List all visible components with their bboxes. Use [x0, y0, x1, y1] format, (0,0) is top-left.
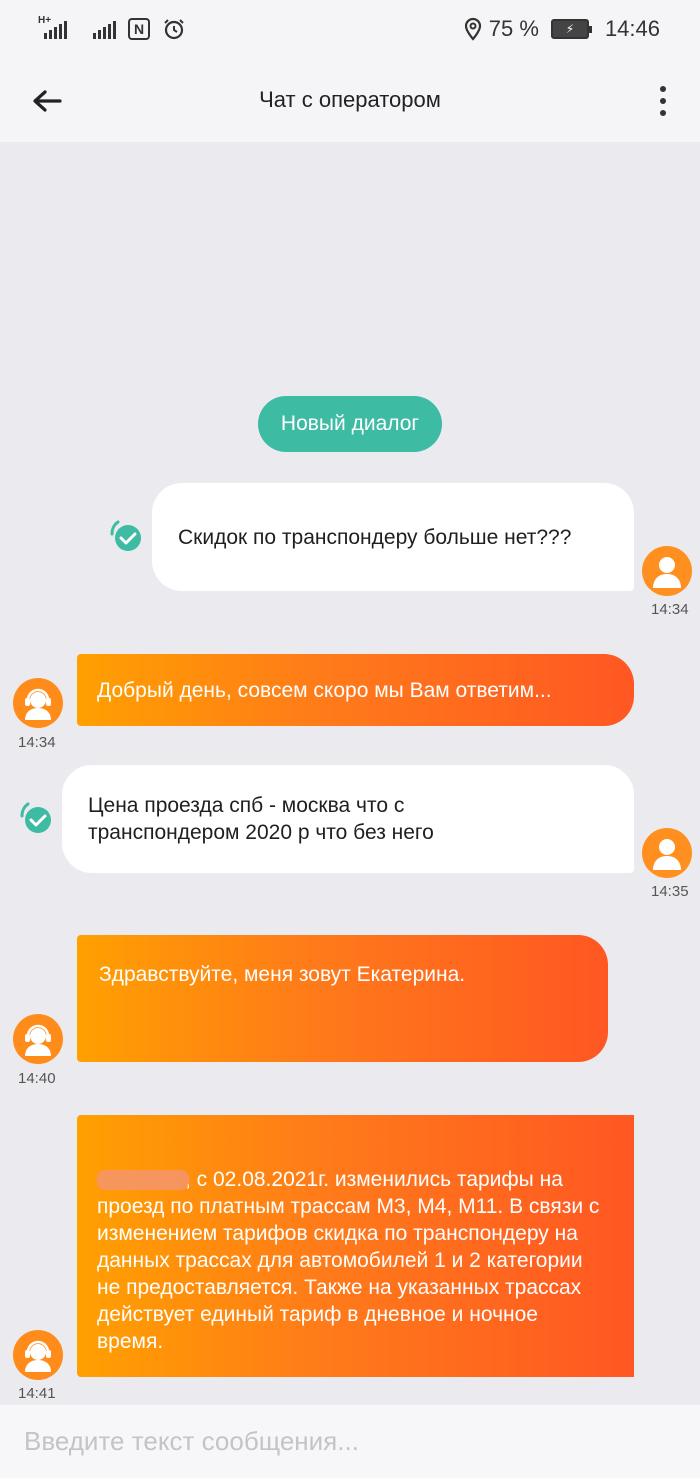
message-text: Добрый день, совсем скоро мы Вам ответим… — [97, 678, 552, 702]
message-time: 14:41 — [18, 1385, 56, 1402]
operator-message-bubble: Здравствуйте, меня зовут Екатерина. — [77, 935, 608, 1062]
status-right: 75 % ⚡ 14:46 — [463, 16, 660, 42]
back-button[interactable] — [30, 84, 64, 118]
message-body: , с 02.08.2021г. изменились тарифы на пр… — [97, 1168, 600, 1353]
message-time: 14:34 — [18, 734, 56, 751]
operator-avatar — [13, 678, 63, 728]
operator-headset-icon — [25, 1024, 51, 1056]
status-left: H+ N — [38, 15, 186, 41]
more-options-button[interactable] — [656, 86, 670, 116]
message-text: Здравствуйте, меня зовут Екатерина. — [99, 963, 466, 986]
battery-icon: ⚡ — [550, 19, 592, 39]
operator-headset-icon — [25, 688, 51, 720]
user-avatar — [642, 546, 692, 596]
status-bar: H+ N 75 % ⚡ 14:46 — [0, 0, 700, 58]
signal-icon — [93, 19, 116, 39]
page-title: Чат с оператором — [259, 87, 441, 112]
signal-icon: H+ — [38, 15, 67, 39]
more-vertical-icon — [660, 86, 666, 92]
user-message-bubble: Цена проезда спб - москва что с транспон… — [62, 765, 634, 873]
user-icon — [653, 839, 681, 870]
user-icon — [653, 557, 681, 588]
new-dialog-button[interactable]: Новый диалог — [258, 396, 442, 452]
location-icon — [463, 17, 483, 41]
operator-message-bubble: , с 02.08.2021г. изменились тарифы на пр… — [77, 1115, 634, 1377]
message-text: Скидок по транспондеру больше нет??? — [178, 525, 572, 549]
delivered-check-icon — [20, 802, 51, 833]
message-time: 14:34 — [651, 601, 689, 618]
battery-percent: 75 % — [488, 16, 539, 41]
message-text: , с 02.08.2021г. изменились тарифы на пр… — [97, 1139, 607, 1355]
message-time: 14:40 — [18, 1070, 56, 1087]
operator-message-bubble: Добрый день, совсем скоро мы Вам ответим… — [77, 654, 634, 726]
user-message-bubble: Скидок по транспондеру больше нет??? — [152, 483, 634, 591]
network-type-label: H+ — [38, 15, 52, 26]
message-input[interactable] — [24, 1426, 664, 1457]
status-time: 14:46 — [604, 16, 660, 41]
user-avatar — [642, 828, 692, 878]
operator-avatar — [13, 1014, 63, 1064]
chat-header: Чат с оператором — [0, 58, 700, 142]
alarm-icon — [162, 17, 186, 41]
operator-headset-icon — [25, 1340, 51, 1372]
operator-avatar — [13, 1330, 63, 1380]
delivered-check-icon — [110, 520, 141, 551]
message-text: Цена проезда спб - москва что с транспон… — [88, 794, 434, 844]
nfc-icon: N — [128, 18, 150, 40]
redacted-name — [97, 1170, 189, 1191]
arrow-left-icon — [33, 90, 62, 112]
message-input-bar — [0, 1405, 700, 1478]
message-time: 14:35 — [651, 883, 689, 900]
